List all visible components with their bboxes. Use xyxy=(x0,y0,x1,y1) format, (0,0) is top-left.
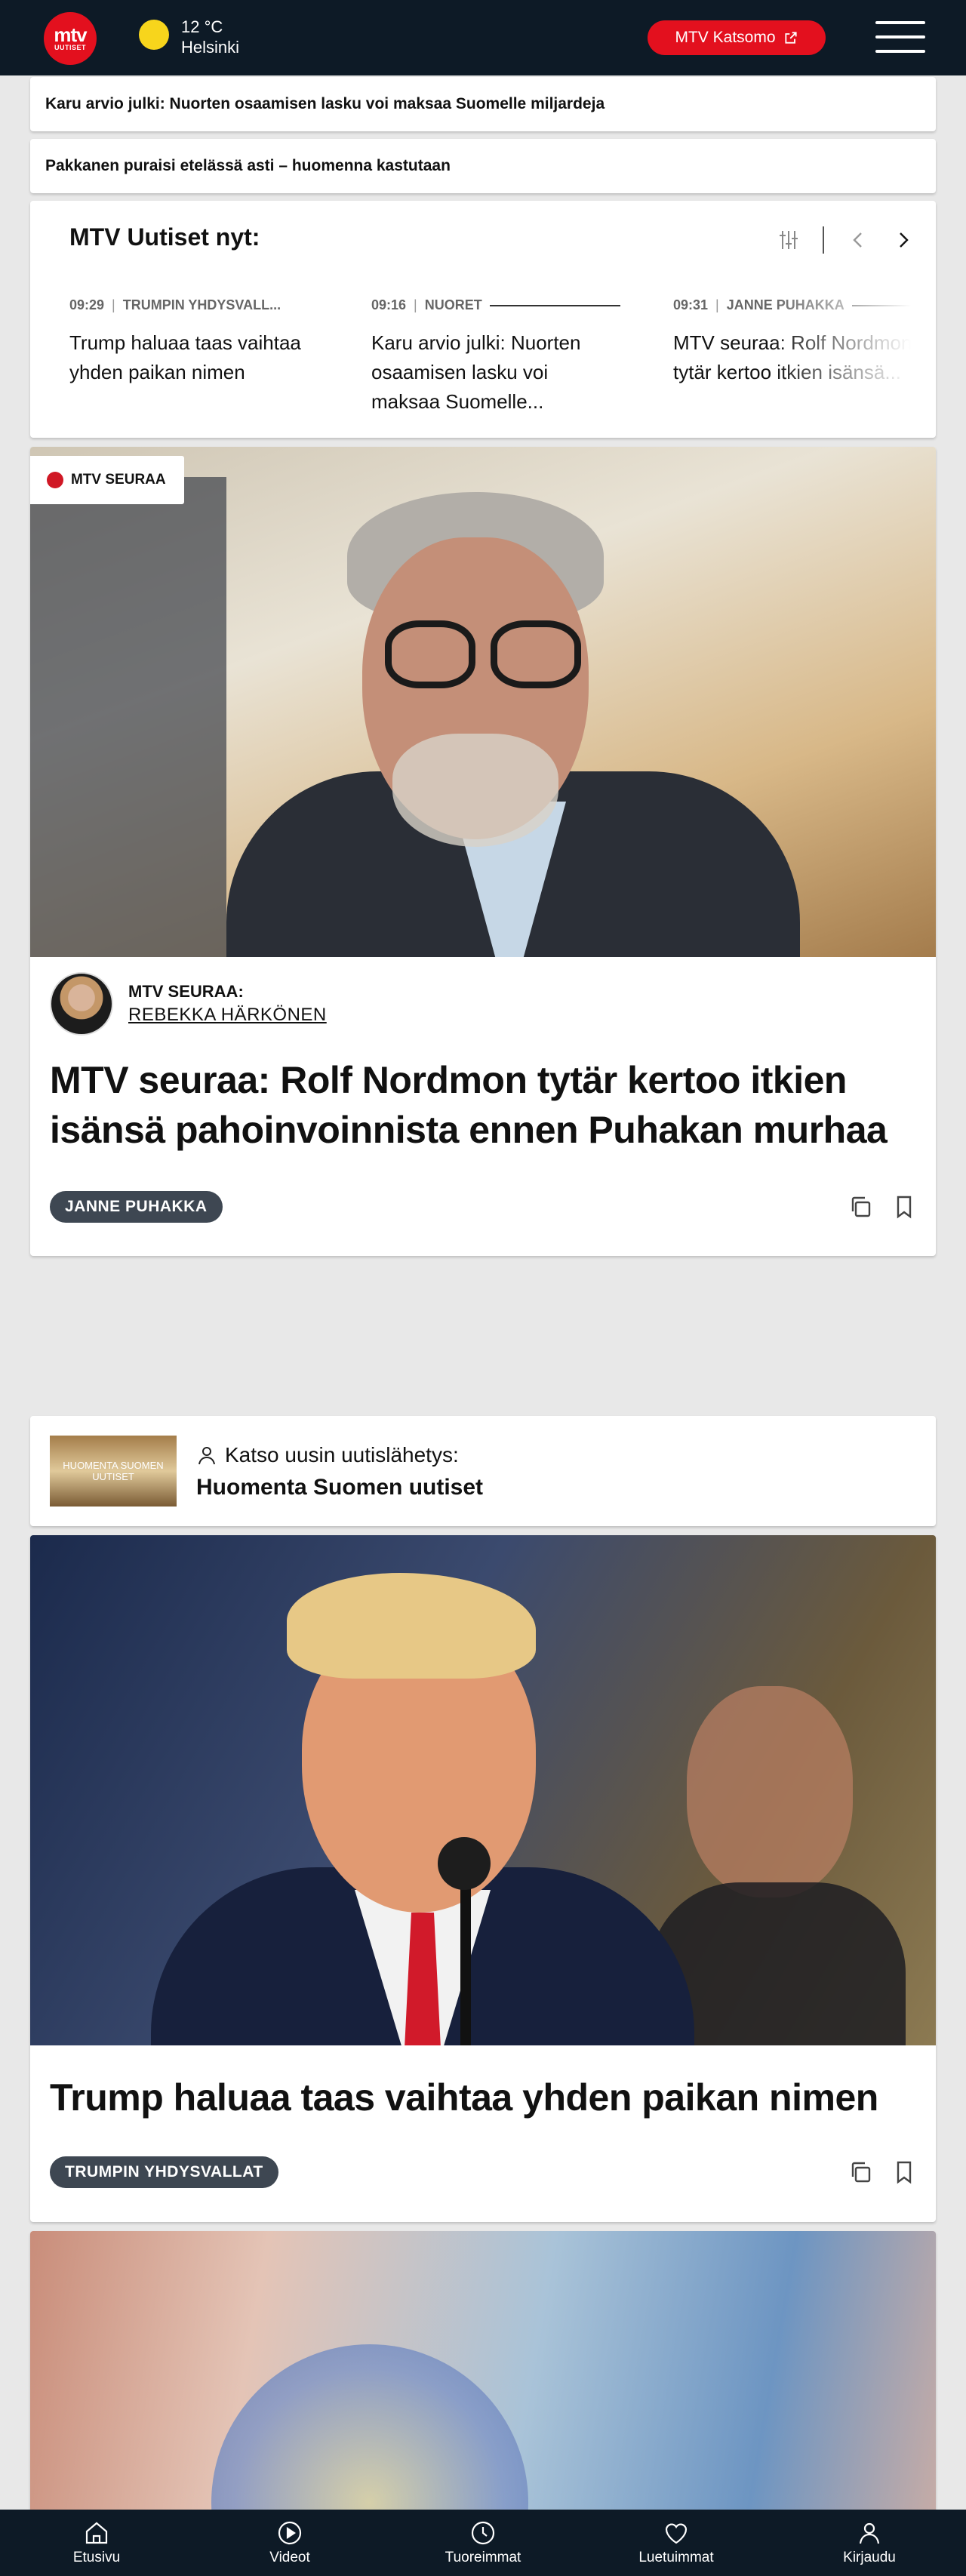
external-link-icon xyxy=(784,32,797,44)
bottom-navigation: Etusivu Videot Tuoreimmat Luetuimmat Kir… xyxy=(0,2510,966,2576)
news-now-meta: 09:29 | TRUMPIN YHDYSVALL... xyxy=(69,297,281,312)
nav-item-most-read[interactable]: Luetuimmat xyxy=(601,2519,752,2566)
nav-item-home[interactable]: Etusivu xyxy=(21,2519,172,2566)
mtv-uutiset-logo[interactable]: mtv UUTISET xyxy=(44,12,97,65)
top-header: mtv UUTISET 12 °C Helsinki MTV Katsomo xyxy=(0,0,966,75)
filter-sliders-icon[interactable] xyxy=(777,229,800,251)
weather-city: Helsinki xyxy=(181,38,240,57)
hamburger-menu-icon[interactable] xyxy=(875,21,925,53)
article-image[interactable]: MTV SEURAA xyxy=(30,447,936,957)
latest-broadcast-card[interactable]: HUOMENTA SUOMEN UUTISET Katso uusin uuti… xyxy=(30,1416,936,1526)
user-icon xyxy=(198,1447,215,1465)
broadcast-title[interactable]: Huomenta Suomen uutiset xyxy=(196,1475,483,1500)
bookmark-icon[interactable] xyxy=(891,2159,918,2186)
author-role: MTV SEURAA: xyxy=(128,982,244,1001)
nav-label: Etusivu xyxy=(72,2550,121,2565)
user-icon xyxy=(859,2522,880,2544)
avatar xyxy=(50,972,113,1036)
topic-tag[interactable]: TRUMPIN YHDYSVALLAT xyxy=(50,2156,278,2188)
headline-link[interactable]: Pakkanen puraisi etelässä asti – huomenn… xyxy=(30,139,936,193)
article-card[interactable]: Trump haluaa taas vaihtaa yhden paikan n… xyxy=(30,1535,936,2222)
clock-icon xyxy=(471,2521,495,2545)
live-dot-icon xyxy=(47,472,63,488)
news-now-meta: 09:16 | NUORET xyxy=(371,297,620,313)
nav-label: Tuoreimmat xyxy=(445,2550,521,2565)
broadcast-thumbnail[interactable]: HUOMENTA SUOMEN UUTISET xyxy=(50,1436,177,1507)
chevron-right-icon[interactable] xyxy=(892,229,915,251)
news-now-carousel: MTV Uutiset nyt: 09:29 | TRUMPIN YHDYSVA… xyxy=(30,201,936,438)
play-icon xyxy=(278,2521,302,2545)
headline-text: Karu arvio julki: Nuorten osaamisen lask… xyxy=(45,95,605,112)
broadcast-label-row: Katso uusin uutislähetys: xyxy=(196,1443,459,1467)
bookmark-icon[interactable] xyxy=(891,1193,918,1220)
news-now-time: 09:31 xyxy=(673,297,709,312)
article-title[interactable]: Trump haluaa taas vaihtaa yhden paikan n… xyxy=(50,2073,910,2122)
weather-temperature: 12 °C xyxy=(181,17,223,36)
nav-label: Videot xyxy=(269,2550,310,2565)
copy-icon[interactable] xyxy=(847,1193,874,1220)
news-now-item[interactable]: 09:29 | TRUMPIN YHDYSVALL... Trump halua… xyxy=(69,297,318,387)
progress-line xyxy=(489,304,620,306)
copy-icon[interactable] xyxy=(847,2159,874,2186)
sun-icon xyxy=(139,20,169,50)
divider xyxy=(823,226,824,254)
author-link[interactable]: REBEKKA HÄRKÖNEN xyxy=(128,1005,327,1026)
news-now-category: TRUMPIN YHDYSVALL... xyxy=(122,297,281,312)
article-card[interactable]: MTV SEURAA MTV SEURAA: REBEKKA HÄRKÖNEN … xyxy=(30,447,936,1256)
badge-label: MTV SEURAA xyxy=(71,472,166,488)
news-now-time: 09:16 xyxy=(371,297,407,312)
live-follow-badge: MTV SEURAA xyxy=(30,456,184,504)
news-now-title: MTV Uutiset nyt: xyxy=(69,223,260,251)
author-block: MTV SEURAA: REBEKKA HÄRKÖNEN xyxy=(50,972,327,1036)
headline-link[interactable]: Karu arvio julki: Nuorten osaamisen lask… xyxy=(30,77,936,131)
topic-tag[interactable]: JANNE PUHAKKA xyxy=(50,1191,223,1223)
broadcast-label: Katso uusin uutislähetys: xyxy=(225,1443,459,1467)
nav-item-latest[interactable]: Tuoreimmat xyxy=(408,2519,558,2566)
carousel-controls xyxy=(777,226,915,254)
nav-label: Kirjaudu xyxy=(843,2550,896,2565)
headline-text: Pakkanen puraisi etelässä asti – huomenn… xyxy=(45,157,451,174)
nav-label: Luetuimmat xyxy=(638,2550,714,2565)
mtv-katsomo-button[interactable]: MTV Katsomo xyxy=(648,20,826,55)
news-now-category: NUORET xyxy=(424,297,482,312)
article-title[interactable]: MTV seuraa: Rolf Nordmon tytär kertoo it… xyxy=(50,1055,910,1155)
article-image[interactable] xyxy=(30,2231,936,2533)
heart-icon xyxy=(665,2523,688,2544)
nav-item-videos[interactable]: Videot xyxy=(214,2519,365,2566)
katsomo-label: MTV Katsomo xyxy=(675,29,776,46)
nav-item-login[interactable]: Kirjaudu xyxy=(794,2519,945,2566)
news-now-item[interactable]: 09:16 | NUORET Karu arvio julki: Nuorten… xyxy=(371,297,620,417)
home-icon xyxy=(85,2522,108,2544)
article-card[interactable] xyxy=(30,2231,936,2533)
news-now-text: Trump haluaa taas vaihtaa yhden paikan n… xyxy=(69,331,301,383)
news-now-list: 09:29 | TRUMPIN YHDYSVALL... Trump halua… xyxy=(69,297,936,418)
logo-subtext: UUTISET xyxy=(54,44,86,51)
news-now-text: Karu arvio julki: Nuorten osaamisen lask… xyxy=(371,331,581,413)
article-image[interactable] xyxy=(30,1535,936,2045)
fade-overlay xyxy=(770,297,936,418)
chevron-left-icon[interactable] xyxy=(847,229,869,251)
logo-text: mtv xyxy=(54,23,87,46)
news-now-time: 09:29 xyxy=(69,297,105,312)
weather-widget[interactable]: 12 °C Helsinki xyxy=(181,17,239,57)
